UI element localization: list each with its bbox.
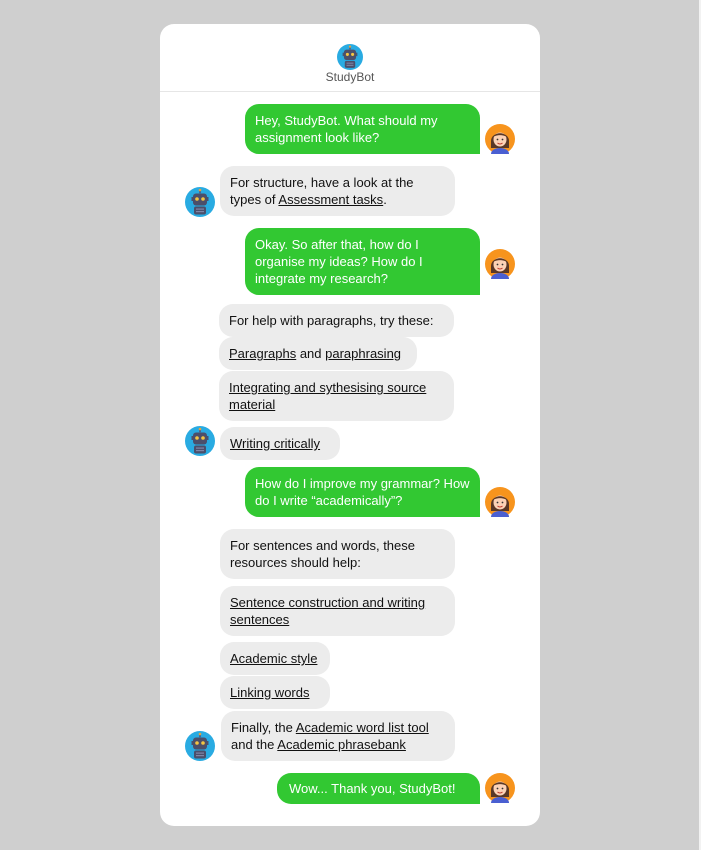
bot-avatar-icon	[185, 187, 215, 217]
user-avatar-icon	[485, 773, 515, 803]
chat-header: StudyBot	[160, 24, 540, 92]
bot-message-link: Writing critically	[220, 427, 340, 460]
user-avatar-icon	[485, 124, 515, 154]
bot-message-links: Paragraphs and paraphrasing	[219, 337, 417, 370]
academic-style-link[interactable]: Academic style	[230, 651, 317, 666]
user-message: Wow... Thank you, StudyBot!	[277, 773, 480, 804]
linking-words-link[interactable]: Linking words	[230, 685, 310, 700]
chat-window: StudyBot Hey, StudyBot. What should my a…	[160, 24, 540, 826]
sentence-construction-link[interactable]: Sentence construction and writing senten…	[230, 595, 425, 627]
bot-message-link: Academic style	[220, 642, 330, 675]
bot-message: For sentences and words, these resources…	[220, 529, 455, 579]
bot-message: Finally, the Academic word list tool and…	[221, 711, 455, 761]
bot-message-link: Integrating and sythesising source mater…	[219, 371, 454, 421]
chat-title: StudyBot	[325, 70, 375, 84]
user-avatar-icon	[485, 487, 515, 517]
integrating-sources-link[interactable]: Integrating and sythesising source mater…	[229, 380, 426, 412]
bot-message: For help with paragraphs, try these:	[219, 304, 454, 337]
bot-message-link: Linking words	[220, 676, 330, 709]
bot-text-mid: and the	[231, 737, 278, 752]
bot-text: Finally, the	[231, 720, 296, 735]
bot-avatar-icon	[185, 426, 215, 456]
academic-phrasebank-link[interactable]: Academic phrasebank	[277, 737, 406, 752]
user-avatar-icon	[485, 249, 515, 279]
user-message: Okay. So after that, how do I organise m…	[245, 228, 480, 295]
bot-text-end: .	[383, 192, 387, 207]
academic-word-list-link[interactable]: Academic word list tool	[296, 720, 429, 735]
bot-message-link: Sentence construction and writing senten…	[220, 586, 455, 636]
paragraphs-link[interactable]: Paragraphs	[229, 346, 296, 361]
bot-message: For structure, have a look at the types …	[220, 166, 455, 216]
paraphrasing-link[interactable]: paraphrasing	[325, 346, 401, 361]
writing-critically-link[interactable]: Writing critically	[230, 436, 320, 451]
user-message: Hey, StudyBot. What should my assignment…	[245, 104, 480, 154]
and-text: and	[296, 346, 326, 361]
assessment-tasks-link[interactable]: Assessment tasks	[278, 192, 383, 207]
robot-icon	[337, 44, 363, 70]
user-message: How do I improve my grammar? How do I wr…	[245, 467, 480, 517]
bot-avatar-icon	[185, 731, 215, 761]
